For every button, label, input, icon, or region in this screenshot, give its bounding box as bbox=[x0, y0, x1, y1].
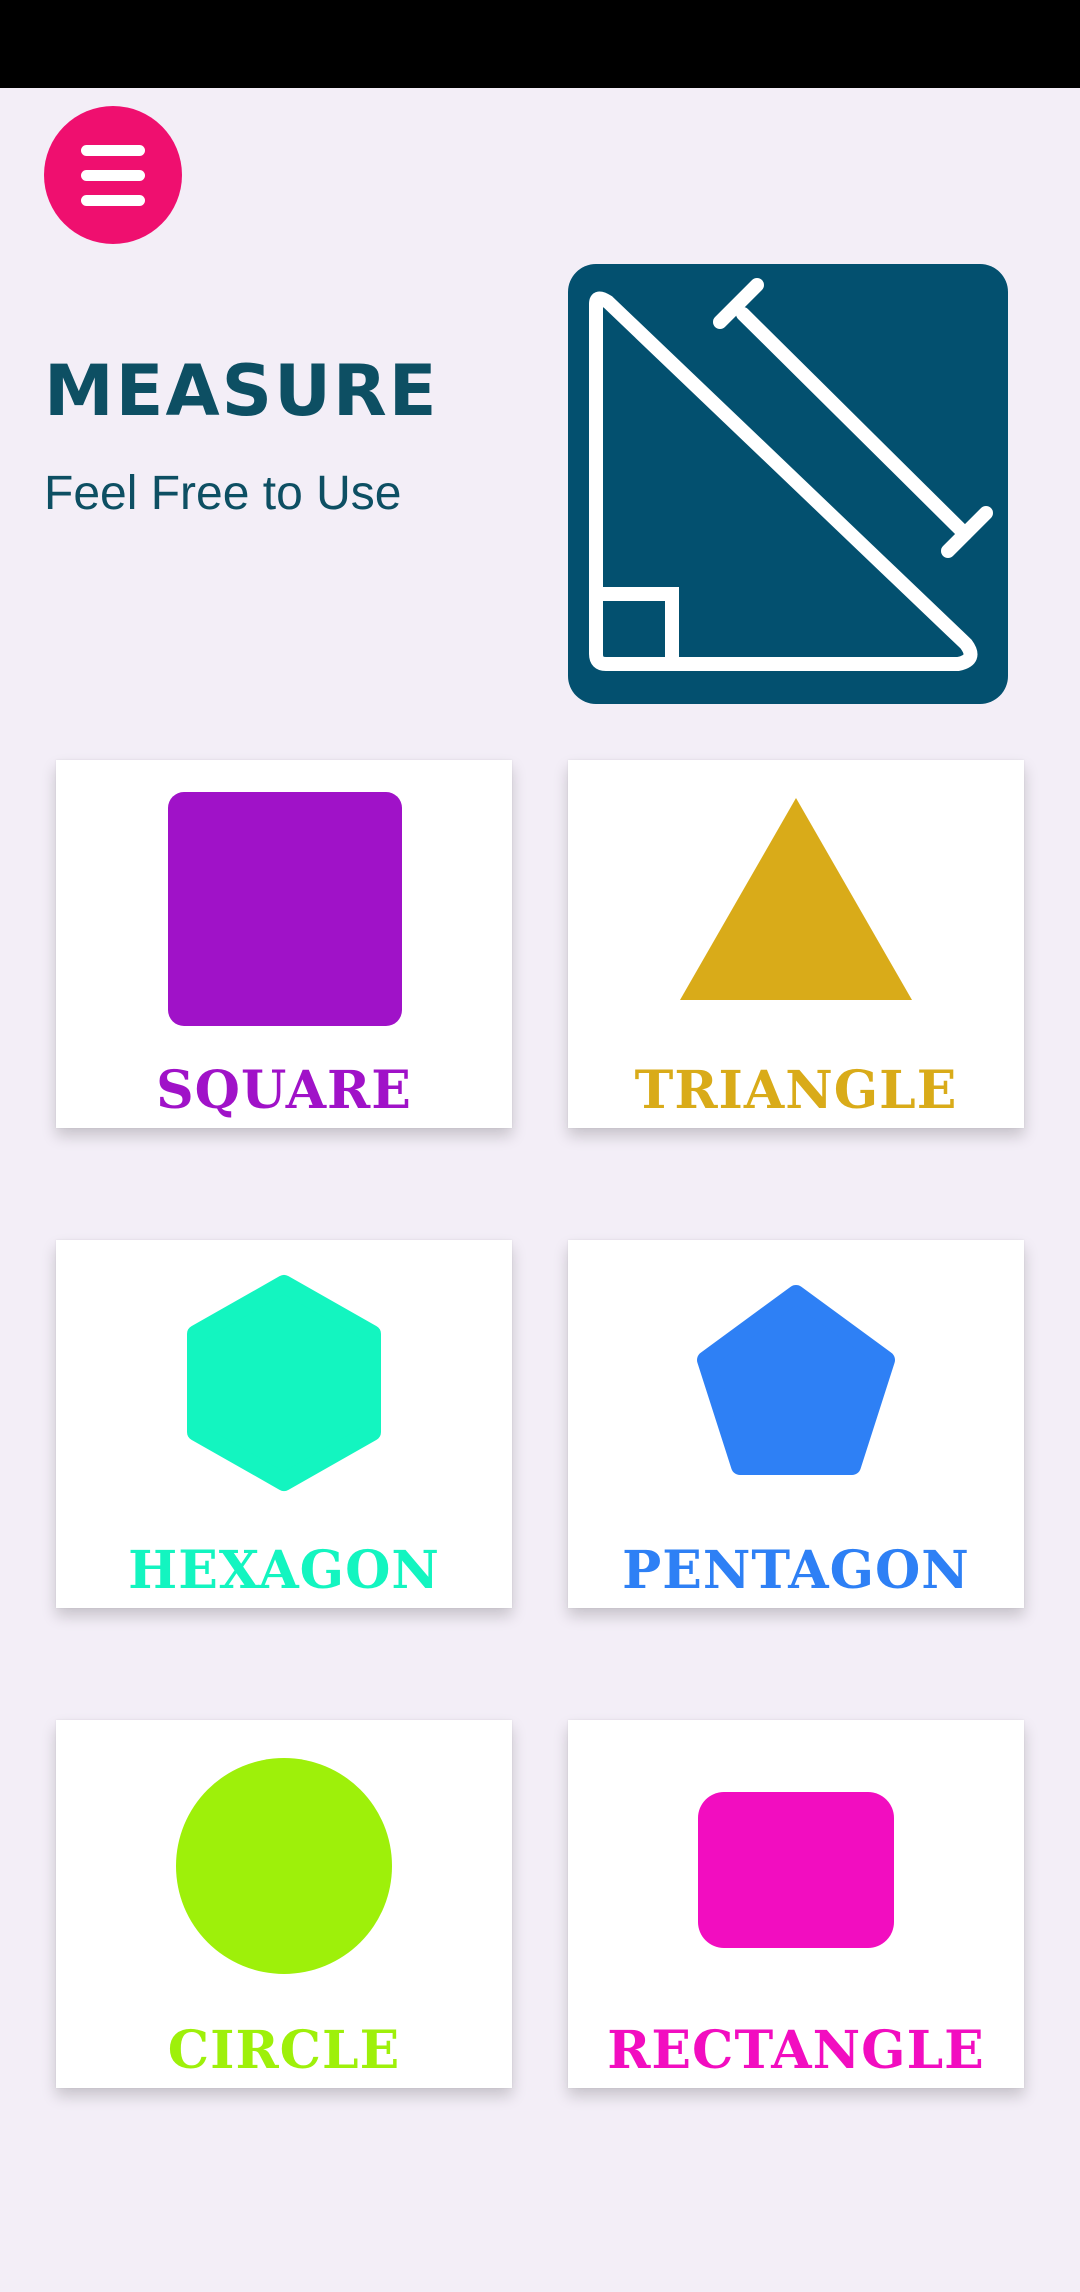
pentagon-shape bbox=[697, 1285, 895, 1475]
square-card[interactable]: SQUARE bbox=[56, 760, 512, 1128]
shape-row-2: HEXAGON PENTAGON bbox=[30, 1212, 1050, 1608]
hamburger-menu-icon-bar bbox=[81, 169, 145, 181]
rectangle-shape bbox=[698, 1792, 894, 1948]
app-logo bbox=[568, 264, 1008, 704]
hamburger-menu-icon bbox=[81, 144, 145, 156]
pentagon-label: PENTAGON bbox=[622, 1540, 970, 1601]
status-bar bbox=[0, 0, 1080, 88]
rectangle-icon bbox=[698, 1792, 894, 1948]
square-shape bbox=[168, 792, 402, 1026]
pentagon-icon bbox=[697, 1285, 895, 1475]
rectangle-card[interactable]: RECTANGLE bbox=[568, 1720, 1024, 2088]
hexagon-icon bbox=[187, 1275, 381, 1491]
circle-label: CIRCLE bbox=[167, 2020, 401, 2081]
hamburger-menu-icon-bar bbox=[81, 194, 145, 206]
square-label: SQUARE bbox=[156, 1060, 412, 1121]
shape-row-1: SQUARE TRIANGLE bbox=[30, 732, 1050, 1128]
hexagon-shape bbox=[187, 1275, 381, 1491]
menu-button[interactable] bbox=[44, 106, 182, 244]
triangle-card[interactable]: TRIANGLE bbox=[568, 760, 1024, 1128]
circle-icon bbox=[176, 1758, 392, 1974]
app-subtitle: Feel Free to Use bbox=[44, 467, 402, 520]
shape-row-3: CIRCLE RECTANGLE bbox=[30, 1692, 1050, 2088]
ruler-triangle-icon bbox=[589, 278, 993, 671]
triangle-shape bbox=[680, 798, 912, 1000]
hexagon-card[interactable]: HEXAGON bbox=[56, 1240, 512, 1608]
circle-card[interactable]: CIRCLE bbox=[56, 1720, 512, 2088]
triangle-label: TRIANGLE bbox=[634, 1060, 958, 1121]
square-icon bbox=[168, 792, 402, 1026]
hexagon-label: HEXAGON bbox=[128, 1540, 440, 1601]
rectangle-label: RECTANGLE bbox=[607, 2020, 985, 2081]
triangle-icon bbox=[680, 798, 912, 1000]
pentagon-card[interactable]: PENTAGON bbox=[568, 1240, 1024, 1608]
app-title: MEASURE bbox=[44, 350, 439, 432]
circle-shape bbox=[176, 1758, 392, 1974]
